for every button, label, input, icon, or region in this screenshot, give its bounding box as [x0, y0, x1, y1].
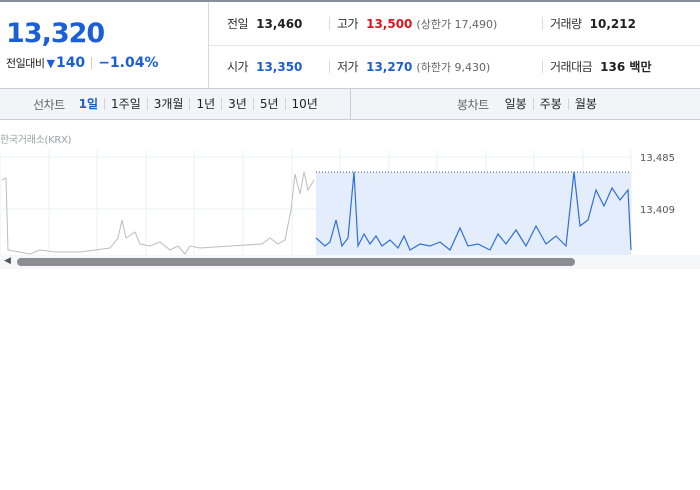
candle-tabs: 일봉 주봉 월봉 [499, 98, 603, 110]
price-chart: 13,48513,40913,334 [0, 150, 675, 256]
exchange-label: 한국거래소(KRX) [0, 135, 72, 146]
stat-volume: 거래량 10,212 [550, 2, 636, 45]
stock-quote-widget: 13,320 전일대비 ▼ 140 −1.04% 전일 13,460 고가 13… [0, 0, 700, 490]
stat-label: 전일 [227, 17, 249, 31]
price-box: 13,320 전일대비 ▼ 140 −1.04% [0, 2, 209, 88]
tab-period-5[interactable]: 5년 [252, 98, 285, 110]
stat-high: 고가 13,500 (상한가 17,490) [337, 2, 497, 45]
candle-chart-label: 봉차트 [457, 97, 489, 112]
stat-value: 13,270 [366, 59, 413, 74]
stat-value: 10,212 [589, 16, 636, 31]
tab-candle-2[interactable]: 월봉 [567, 98, 603, 110]
stat-low: 저가 13,270 (하한가 9,430) [337, 45, 490, 88]
stat-value: 13,460 [256, 16, 303, 31]
tab-period-3[interactable]: 1년 [189, 98, 221, 110]
tab-period-1[interactable]: 1주일 [104, 98, 147, 110]
tab-candle-0[interactable]: 일봉 [499, 98, 533, 110]
tab-period-6[interactable]: 10년 [284, 98, 324, 110]
change-value: 140 [55, 55, 86, 71]
stat-value: 13,500 [366, 16, 413, 31]
stat-row-1: 전일 13,460 고가 13,500 (상한가 17,490) 거래량 10,… [209, 2, 700, 46]
stat-divider [329, 17, 330, 30]
tab-period-2[interactable]: 3개월 [146, 98, 190, 110]
stat-amount: 거래대금 136 백만 [550, 45, 651, 88]
stat-label: 시가 [227, 60, 249, 74]
stat-label: 저가 [337, 60, 359, 74]
stat-open: 시가 13,350 [227, 45, 302, 88]
scroll-left-icon[interactable]: ◀ [4, 256, 11, 266]
down-arrow-icon: ▼ [46, 56, 55, 70]
scroll-thumb[interactable] [17, 258, 575, 266]
stat-prev-close: 전일 13,460 [227, 2, 302, 45]
period-tabs: 1일 1주일 3개월 1년 3년 5년 10년 [73, 98, 324, 110]
stat-value: 136 백만 [600, 60, 652, 74]
session-area-fill [316, 172, 631, 256]
stat-label: 거래량 [550, 17, 582, 31]
stat-label: 고가 [337, 17, 359, 31]
candle-chart-periods: 봉차트 일봉 주봉 월봉 [351, 89, 700, 119]
change-label: 전일대비 [6, 57, 45, 70]
line-chart-periods: 선차트 1일 1주일 3개월 1년 3년 5년 10년 [0, 89, 351, 119]
tab-period-4[interactable]: 3년 [221, 98, 253, 110]
stat-value: 13,350 [256, 59, 303, 74]
change-divider [91, 57, 93, 69]
y-axis-ticks: 13,48513,40913,334 [640, 153, 675, 216]
stat-label: 거래대금 [550, 60, 593, 74]
line-chart-label: 선차트 [33, 97, 65, 112]
stats-panel: 13,320 전일대비 ▼ 140 −1.04% 전일 13,460 고가 13… [0, 2, 700, 89]
stat-divider [542, 17, 543, 30]
stat-limit: (상한가 17,490) [416, 17, 498, 31]
change-rate: −1.04% [98, 55, 159, 71]
stat-divider [542, 60, 543, 73]
current-price: 13,320 [6, 18, 105, 49]
stat-row-2: 시가 13,350 저가 13,270 (하한가 9,430) 거래대금 136… [209, 45, 700, 88]
tab-period-0[interactable]: 1일 [73, 98, 104, 110]
stat-limit: (하한가 9,430) [416, 60, 491, 74]
stat-divider [329, 60, 330, 73]
tab-candle-1[interactable]: 주봉 [532, 98, 568, 110]
y-tick-label: 13,409 [640, 205, 675, 216]
stat-grid: 전일 13,460 고가 13,500 (상한가 17,490) 거래량 10,… [209, 2, 700, 88]
change-row: 전일대비 ▼ 140 −1.04% [6, 55, 159, 71]
y-tick-label: 13,485 [640, 153, 675, 164]
chart-toolbar: 선차트 1일 1주일 3개월 1년 3년 5년 10년 봉차트 일봉 주봉 월봉 [0, 89, 700, 120]
